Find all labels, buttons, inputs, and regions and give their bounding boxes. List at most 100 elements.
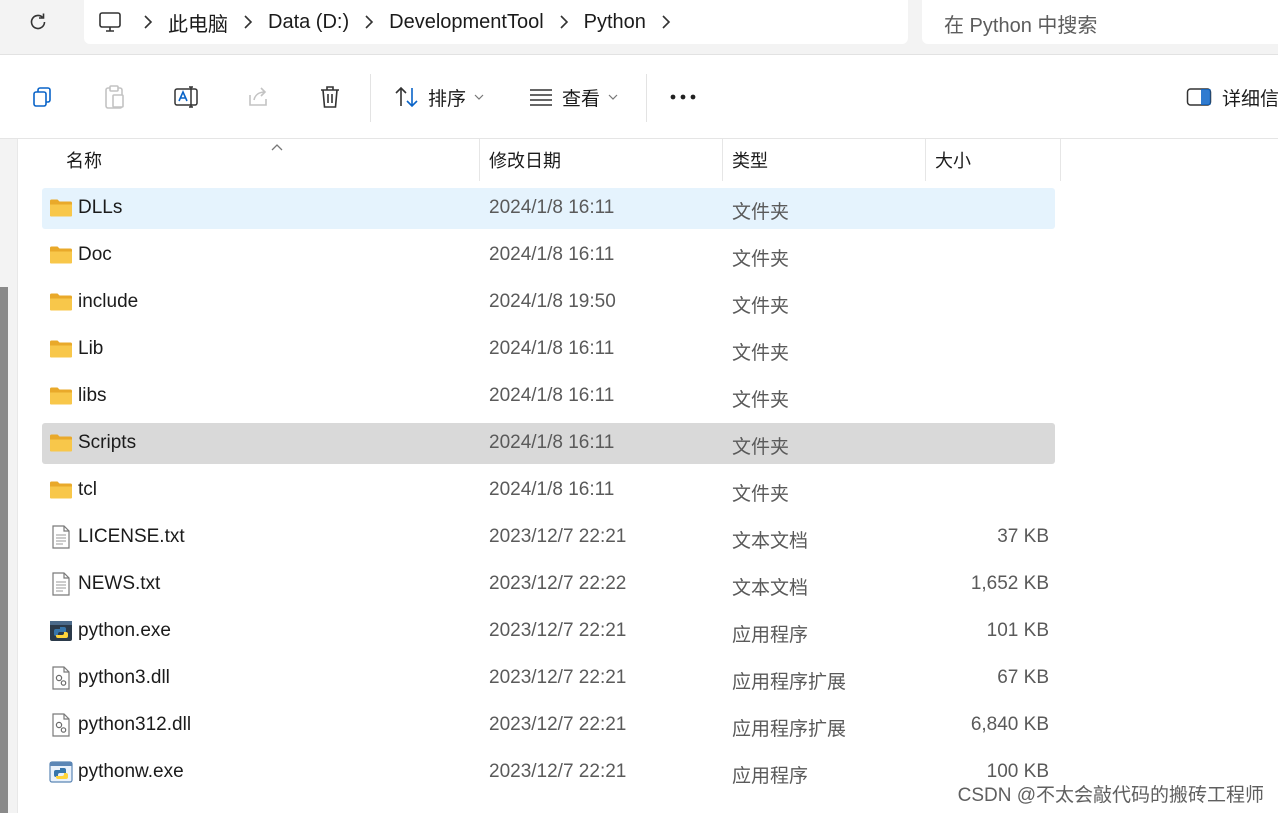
rename-icon[interactable] <box>169 80 203 114</box>
view-icon <box>528 86 554 108</box>
file-modified-date: 2024/1/8 16:11 <box>489 479 615 500</box>
details-pane-button[interactable]: 详细信 <box>1186 80 1278 114</box>
file-type: 应用程序 <box>732 625 809 646</box>
text-file-icon <box>48 524 74 550</box>
search-input[interactable]: 在 Python 中搜索 <box>922 0 1278 44</box>
folder-icon <box>48 195 74 221</box>
folder-icon <box>48 242 74 268</box>
file-modified-date: 2024/1/8 16:11 <box>489 338 615 359</box>
chevron-right-icon[interactable] <box>132 15 164 29</box>
file-type: 文件夹 <box>732 390 790 411</box>
breadcrumb[interactable]: 此电脑 Data (D:) DevelopmentTool Python <box>84 0 908 44</box>
column-header-name[interactable]: 名称 <box>58 139 478 181</box>
file-name: tcl <box>78 479 97 500</box>
python-exe-icon <box>48 618 74 644</box>
file-name: Scripts <box>78 432 137 453</box>
file-type: 文件夹 <box>732 343 790 364</box>
column-header-date[interactable]: 修改日期 <box>481 139 721 181</box>
copy-icon[interactable] <box>25 80 59 114</box>
folder-icon <box>48 430 74 456</box>
file-modified-date: 2023/12/7 22:21 <box>489 714 627 735</box>
sort-icon <box>394 85 420 109</box>
file-row[interactable]: include 2024/1/8 19:50 文件夹 <box>42 282 1055 323</box>
sort-ascending-icon <box>270 139 284 157</box>
column-header-row: 名称 修改日期 类型 大小 <box>18 139 1278 181</box>
file-row[interactable]: libs 2024/1/8 16:11 文件夹 <box>42 376 1055 417</box>
file-type: 文件夹 <box>732 296 790 317</box>
toolbar-divider <box>646 74 647 122</box>
folder-icon <box>48 336 74 362</box>
file-row[interactable]: python312.dll 2023/12/7 22:21 应用程序扩展 6,840 … <box>42 705 1055 746</box>
file-type: 文本文档 <box>732 531 809 552</box>
details-pane-label: 详细信 <box>1222 88 1278 110</box>
column-header-size-label: 大小 <box>935 151 971 171</box>
delete-icon[interactable] <box>313 80 347 114</box>
column-header-size[interactable]: 大小 <box>927 139 1059 181</box>
file-row[interactable]: python.exe 2023/12/7 22:21 应用程序 101 KB <box>42 611 1055 652</box>
file-row[interactable]: NEWS.txt 2023/12/7 22:22 文本文档 1,652 KB <box>42 564 1055 605</box>
column-divider[interactable] <box>722 139 723 181</box>
sort-button[interactable]: 排序 <box>394 80 484 114</box>
file-type: 应用程序扩展 <box>732 719 847 740</box>
file-name: pythonw.exe <box>78 761 184 782</box>
chevron-right-icon[interactable] <box>650 15 682 29</box>
file-row[interactable]: python3.dll 2023/12/7 22:21 应用程序扩展 67 KB <box>42 658 1055 699</box>
file-size: 1,652 KB <box>970 573 1049 594</box>
file-modified-date: 2023/12/7 22:21 <box>489 620 627 641</box>
view-button[interactable]: 查看 <box>528 80 618 114</box>
file-size: 67 KB <box>997 667 1049 688</box>
dll-file-icon <box>48 665 74 691</box>
file-name: include <box>78 291 139 312</box>
file-type: 文本文档 <box>732 578 809 599</box>
column-header-name-label: 名称 <box>66 151 102 171</box>
navigation-pane-scrollbar[interactable] <box>0 287 8 813</box>
text-file-icon <box>48 571 74 597</box>
file-modified-date: 2024/1/8 16:11 <box>489 244 615 265</box>
file-row[interactable]: tcl 2024/1/8 16:11 文件夹 <box>42 470 1055 511</box>
file-type: 文件夹 <box>732 202 790 223</box>
file-name: python312.dll <box>78 714 192 735</box>
file-size: 37 KB <box>997 526 1049 547</box>
watermark: CSDN @不太会敲代码的搬砖工程师 <box>957 780 1264 807</box>
file-name: libs <box>78 385 107 406</box>
refresh-icon[interactable] <box>24 8 52 36</box>
column-header-type[interactable]: 类型 <box>724 139 924 181</box>
more-options-icon[interactable] <box>666 80 700 114</box>
paste-icon[interactable] <box>97 80 131 114</box>
file-modified-date: 2024/1/8 16:11 <box>489 432 615 453</box>
folder-icon <box>48 289 74 315</box>
details-pane-icon <box>1186 87 1212 107</box>
file-size: 6,840 KB <box>970 714 1049 735</box>
breadcrumb-item-developmenttool[interactable]: DevelopmentTool <box>385 11 548 34</box>
breadcrumb-item-drive[interactable]: Data (D:) <box>264 11 353 34</box>
file-row[interactable]: pythonw.exe 2023/12/7 22:21 应用程序 100 KB <box>42 752 1055 793</box>
file-type: 文件夹 <box>732 437 790 458</box>
file-modified-date: 2023/12/7 22:21 <box>489 526 627 547</box>
chevron-down-icon <box>474 94 484 100</box>
view-label: 查看 <box>562 88 601 110</box>
file-type: 文件夹 <box>732 249 790 270</box>
breadcrumb-item-python[interactable]: Python <box>580 11 650 34</box>
file-row[interactable]: LICENSE.txt 2023/12/7 22:21 文本文档 37 KB <box>42 517 1055 558</box>
chevron-right-icon[interactable] <box>232 15 264 29</box>
file-name: LICENSE.txt <box>78 526 185 547</box>
command-bar: 排序 查看 详细信 <box>0 56 1278 139</box>
file-modified-date: 2024/1/8 16:11 <box>489 385 615 406</box>
breadcrumb-item-this-pc[interactable]: 此电脑 <box>164 8 232 37</box>
chevron-right-icon[interactable] <box>548 15 580 29</box>
chevron-right-icon[interactable] <box>353 15 385 29</box>
file-row[interactable]: Lib 2024/1/8 16:11 文件夹 <box>42 329 1055 370</box>
column-divider[interactable] <box>479 139 480 181</box>
column-divider[interactable] <box>1060 139 1061 181</box>
computer-icon[interactable] <box>98 11 132 33</box>
file-row[interactable]: Doc 2024/1/8 16:11 文件夹 <box>42 235 1055 276</box>
share-icon[interactable] <box>241 80 275 114</box>
folder-icon <box>48 383 74 409</box>
file-name: python3.dll <box>78 667 170 688</box>
pythonw-exe-icon <box>48 759 74 785</box>
column-divider[interactable] <box>925 139 926 181</box>
pane-divider <box>17 139 18 813</box>
file-row[interactable]: DLLs 2024/1/8 16:11 文件夹 <box>42 188 1055 229</box>
file-name: python.exe <box>78 620 171 641</box>
file-row[interactable]: Scripts 2024/1/8 16:11 文件夹 <box>42 423 1055 464</box>
